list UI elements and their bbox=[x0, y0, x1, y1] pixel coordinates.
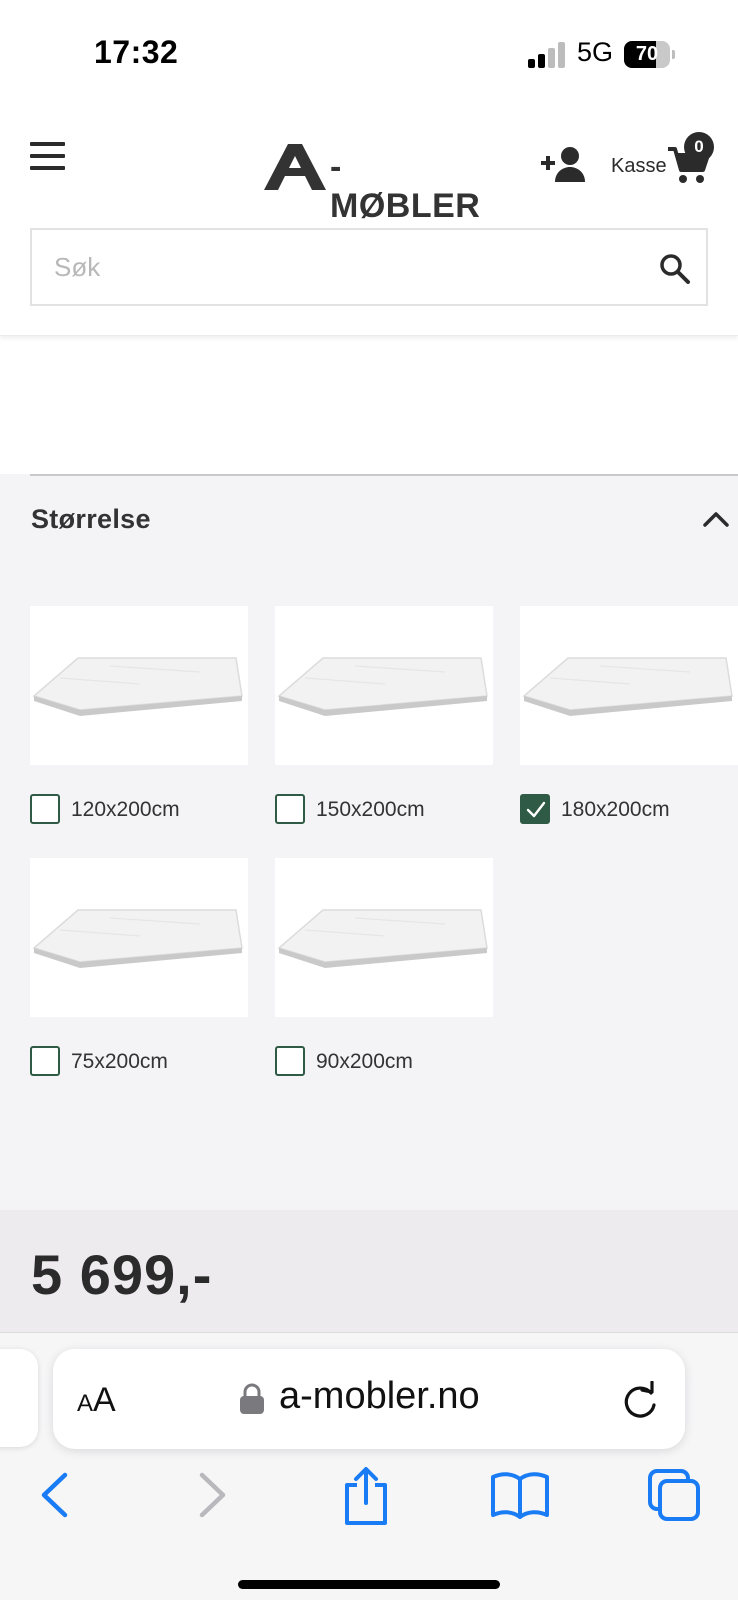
search-bar bbox=[30, 228, 708, 306]
cart-label[interactable]: Kasse bbox=[611, 155, 667, 178]
site-header: -MØBLER Kasse 0 bbox=[0, 100, 738, 336]
size-option-label: 180x200cm bbox=[561, 798, 670, 821]
mattress-topper-image bbox=[275, 606, 493, 765]
size-option-label: 120x200cm bbox=[71, 798, 180, 821]
search-input[interactable] bbox=[54, 246, 614, 288]
size-checkbox[interactable] bbox=[30, 794, 60, 824]
cart-count-badge: 0 bbox=[684, 132, 714, 162]
price-bar: 5 699,- bbox=[0, 1210, 738, 1332]
size-checkbox[interactable] bbox=[520, 794, 550, 824]
battery-percentage: 70 bbox=[635, 43, 659, 65]
address-bar[interactable]: AA a-mobler.no bbox=[53, 1349, 685, 1449]
network-type: 5G bbox=[577, 37, 614, 67]
site-logo[interactable]: -MØBLER bbox=[264, 144, 480, 225]
mattress-topper-image bbox=[30, 606, 248, 765]
chevron-up-icon[interactable] bbox=[702, 510, 730, 528]
size-checkbox[interactable] bbox=[275, 794, 305, 824]
size-option-label: 90x200cm bbox=[316, 1050, 413, 1073]
size-checkbox[interactable] bbox=[30, 1046, 60, 1076]
previous-tab-preview[interactable] bbox=[0, 1349, 38, 1447]
url-text: a-mobler.no bbox=[279, 1375, 480, 1417]
home-indicator bbox=[238, 1580, 500, 1589]
tabs-icon[interactable] bbox=[646, 1467, 706, 1523]
section-divider bbox=[30, 474, 738, 476]
bookmarks-icon[interactable] bbox=[490, 1467, 550, 1523]
reload-icon[interactable] bbox=[621, 1380, 659, 1421]
search-icon[interactable] bbox=[658, 252, 692, 286]
back-icon[interactable] bbox=[30, 1467, 90, 1523]
mattress-topper-image bbox=[275, 858, 493, 1017]
lock-icon bbox=[239, 1383, 265, 1415]
size-checkbox[interactable] bbox=[275, 1046, 305, 1076]
menu-icon[interactable] bbox=[30, 142, 66, 172]
add-user-icon[interactable] bbox=[541, 146, 587, 182]
status-time: 17:32 bbox=[94, 34, 179, 70]
logo-a-mark bbox=[264, 144, 326, 190]
product-price: 5 699,- bbox=[31, 1243, 213, 1306]
mattress-topper-image bbox=[520, 606, 738, 765]
share-icon[interactable] bbox=[336, 1467, 396, 1525]
size-option-label: 75x200cm bbox=[71, 1050, 168, 1073]
status-bar: 17:32 5G 70 bbox=[0, 0, 738, 100]
browser-toolbar: AA a-mobler.no bbox=[0, 1332, 738, 1600]
size-option-label: 150x200cm bbox=[316, 798, 425, 821]
signal-icon bbox=[528, 42, 568, 68]
size-filter-section: Størrelse 120x200cm 150x200cm 180x200cm … bbox=[0, 474, 738, 1210]
mattress-topper-image bbox=[30, 858, 248, 1017]
reader-settings-button[interactable]: AA bbox=[77, 1381, 116, 1420]
logo-text: -MØBLER bbox=[330, 148, 481, 225]
size-filter-title[interactable]: Størrelse bbox=[31, 504, 151, 535]
forward-icon[interactable] bbox=[186, 1467, 246, 1523]
battery-icon: 70 bbox=[624, 41, 675, 68]
